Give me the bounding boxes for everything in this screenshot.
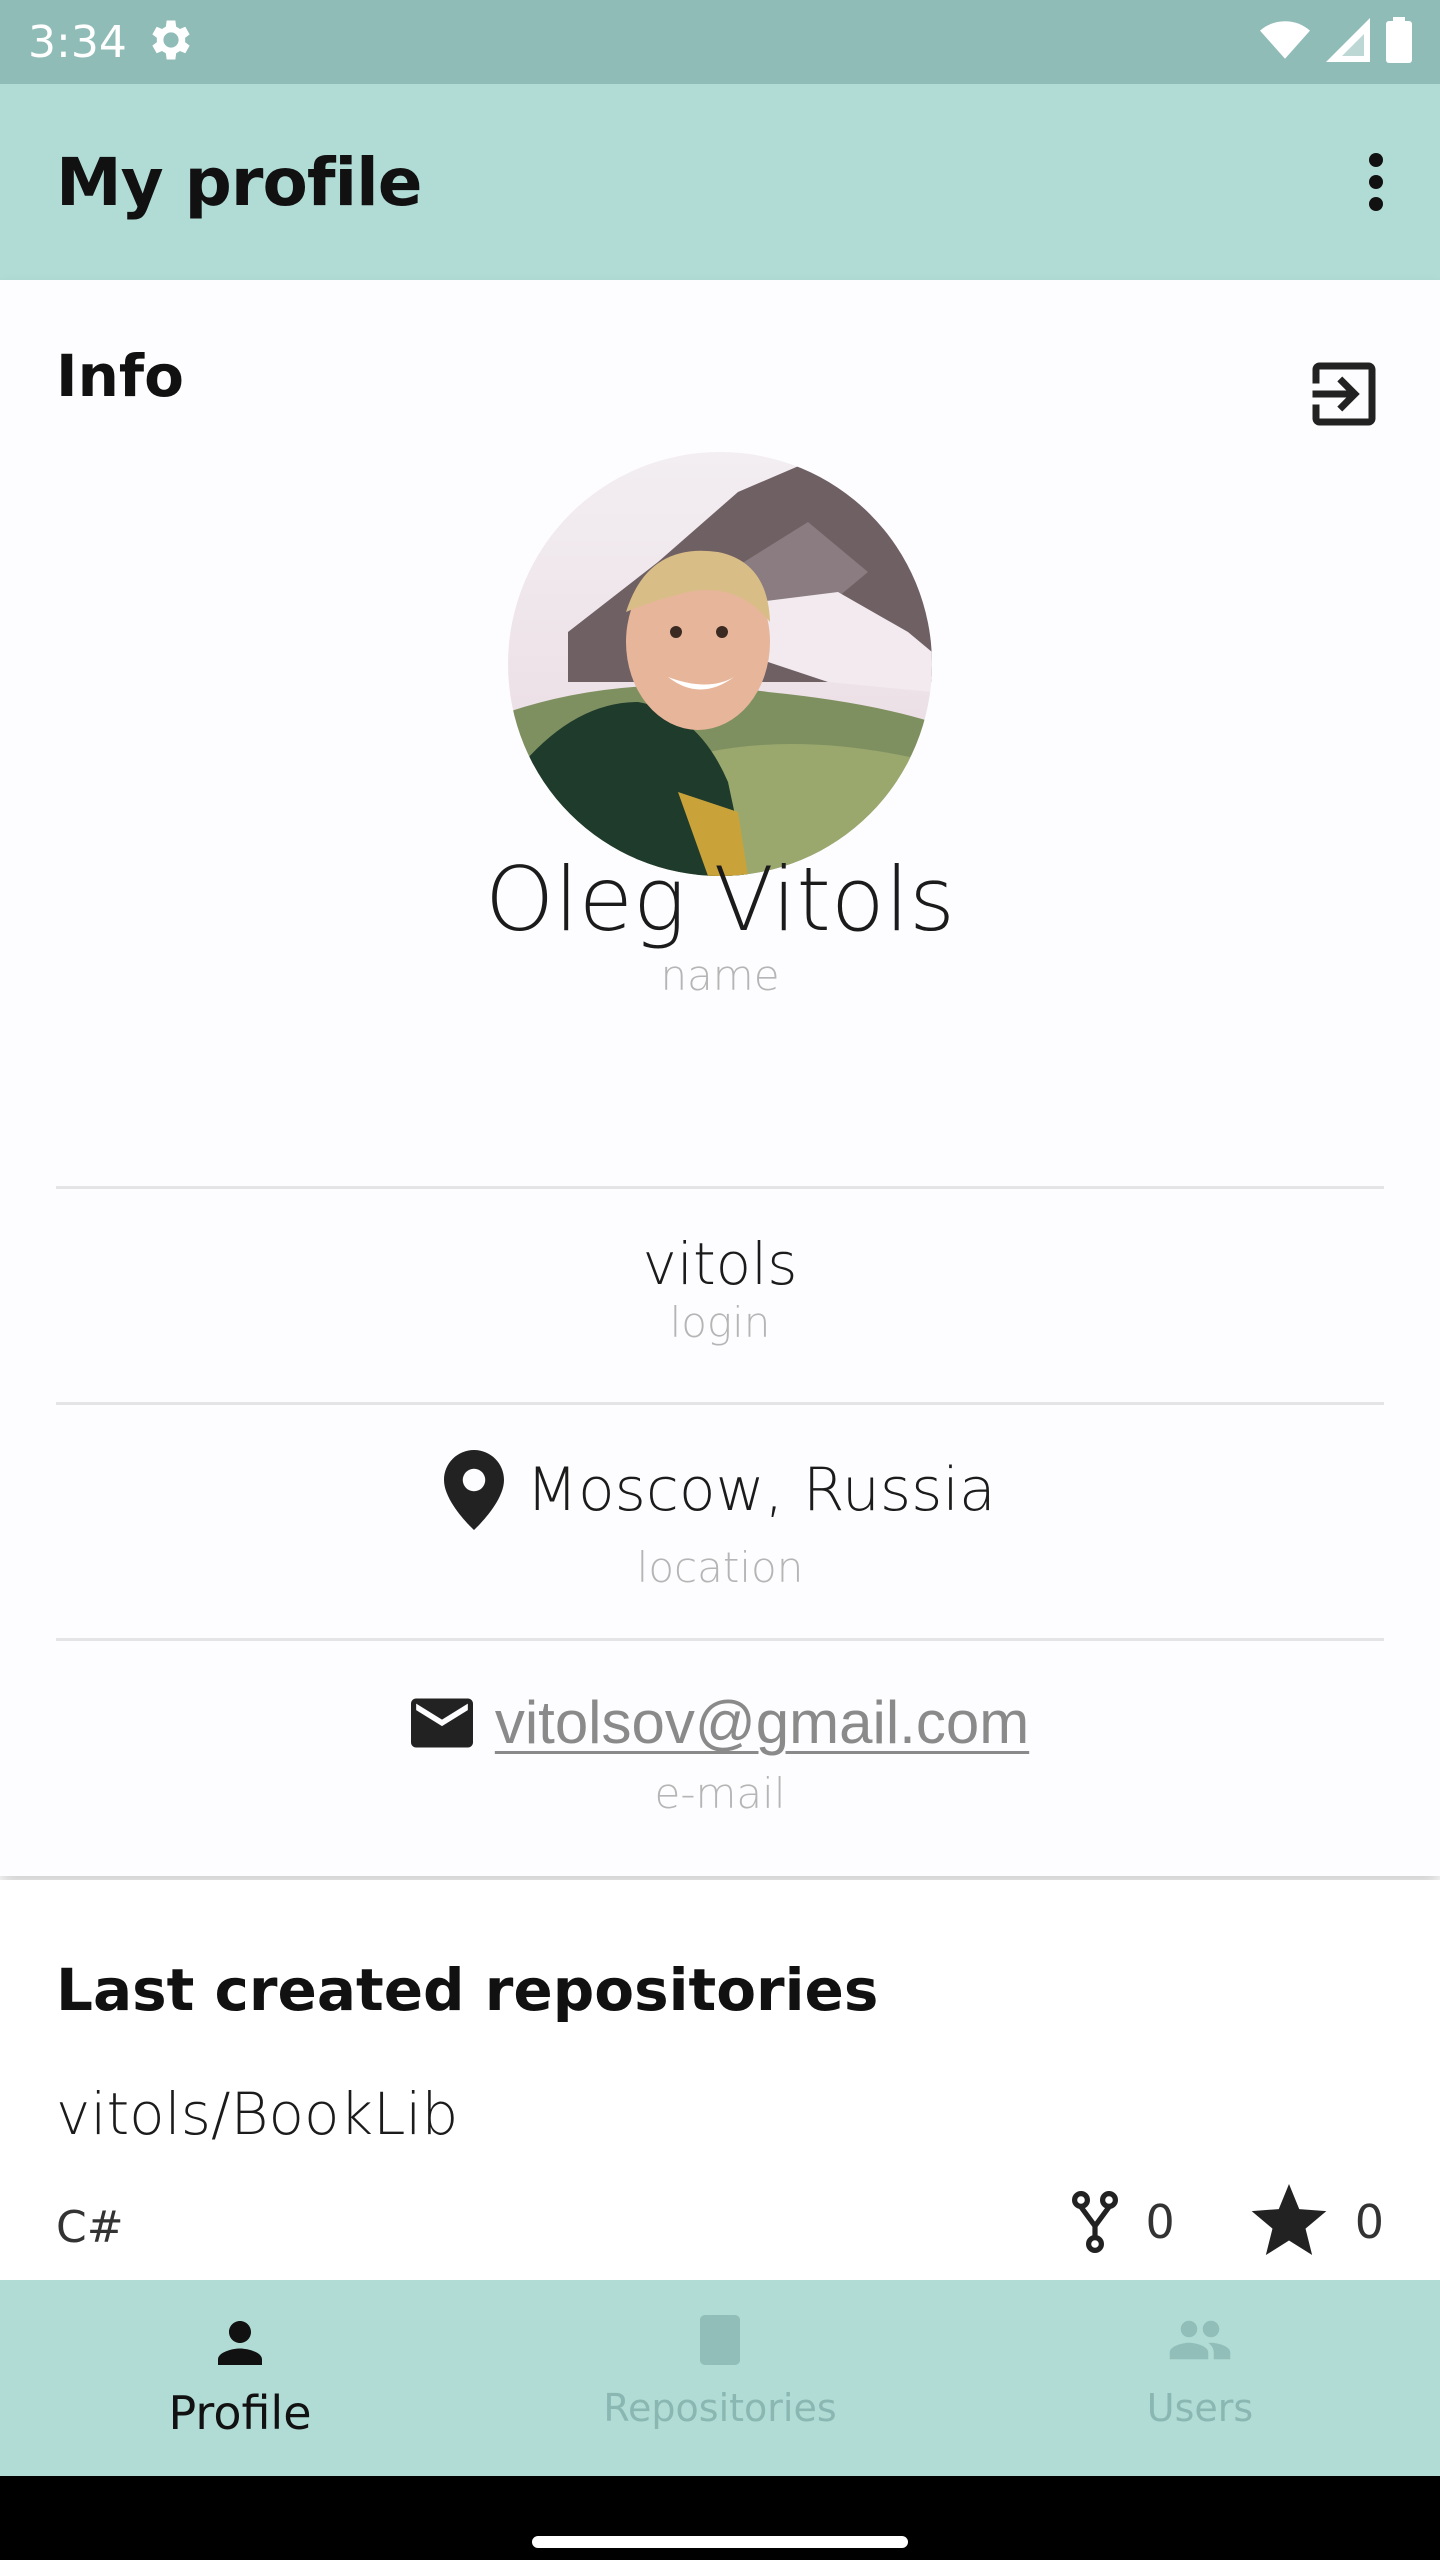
home-indicator[interactable] bbox=[532, 2536, 908, 2548]
fork-count: 0 bbox=[1145, 2195, 1175, 2249]
divider bbox=[56, 1186, 1384, 1189]
email-row: vitolsov@gmail.com bbox=[410, 1688, 1029, 1757]
status-left: 3:34 bbox=[28, 14, 197, 71]
nav-label-repositories: Repositories bbox=[603, 2386, 837, 2430]
location-pin-icon bbox=[444, 1450, 505, 1530]
location-row: Moscow, Russia bbox=[444, 1450, 996, 1530]
bottom-navigation: Profile Repositories Users bbox=[0, 2280, 1440, 2476]
name-label: name bbox=[660, 951, 780, 1000]
login-value: vitols bbox=[642, 1230, 798, 1298]
status-right bbox=[1260, 16, 1412, 68]
divider bbox=[56, 1638, 1384, 1641]
divider bbox=[56, 1402, 1384, 1405]
location-value: Moscow, Russia bbox=[526, 1455, 996, 1525]
nav-label-profile: Profile bbox=[168, 2386, 312, 2440]
battery-icon bbox=[1386, 16, 1412, 68]
repositories-title: Last created repositories bbox=[56, 1956, 879, 2024]
nav-label-users: Users bbox=[1146, 2386, 1254, 2430]
info-title: Info bbox=[56, 342, 184, 410]
fork-stat: 0 bbox=[1071, 2190, 1175, 2254]
repository-language: C# bbox=[56, 2202, 124, 2253]
nav-item-profile[interactable]: Profile bbox=[0, 2280, 480, 2476]
location-label: location bbox=[636, 1543, 804, 1592]
wifi-icon bbox=[1260, 18, 1310, 67]
settings-gear-icon bbox=[145, 14, 197, 71]
login-field: vitols login bbox=[56, 1230, 1384, 1347]
nav-item-repositories[interactable]: Repositories bbox=[480, 2280, 960, 2476]
more-options-button[interactable] bbox=[1356, 147, 1396, 217]
name-value: Oleg Vitols bbox=[485, 848, 955, 951]
exit-to-app-icon bbox=[1312, 362, 1376, 426]
status-time: 3:34 bbox=[28, 16, 127, 68]
email-link[interactable]: vitolsov@gmail.com bbox=[495, 1688, 1029, 1757]
repository-stats: 0 0 bbox=[1071, 2184, 1384, 2260]
person-icon bbox=[218, 2321, 262, 2365]
repository-name: vitols/BookLib bbox=[56, 2080, 459, 2148]
nav-item-users[interactable]: Users bbox=[960, 2280, 1440, 2476]
login-label: login bbox=[669, 1298, 771, 1347]
fork-icon bbox=[1072, 2190, 1119, 2253]
logout-button[interactable] bbox=[1302, 352, 1386, 436]
star-icon bbox=[1251, 2184, 1327, 2256]
info-header: Info bbox=[56, 342, 1386, 436]
location-field: Moscow, Russia location bbox=[56, 1450, 1384, 1592]
email-label: e-mail bbox=[654, 1769, 786, 1818]
repositories-section: Last created repositories vitols/BookLib… bbox=[0, 1880, 1440, 2280]
star-stat: 0 bbox=[1249, 2184, 1384, 2260]
email-field: vitolsov@gmail.com e-mail bbox=[56, 1688, 1384, 1818]
name-field: Oleg Vitols name bbox=[56, 848, 1384, 1000]
info-card: Info Oleg Vitols name vitols login Mosco… bbox=[0, 280, 1440, 1876]
status-bar: 3:34 bbox=[0, 0, 1440, 84]
more-vert-icon bbox=[1369, 153, 1383, 211]
book-icon bbox=[700, 2315, 740, 2365]
app-bar: My profile bbox=[0, 84, 1440, 280]
page-title: My profile bbox=[56, 143, 423, 221]
mail-icon bbox=[410, 1697, 473, 1748]
avatar bbox=[508, 452, 932, 876]
cellular-signal-icon bbox=[1326, 17, 1370, 67]
star-count: 0 bbox=[1354, 2195, 1384, 2249]
group-icon bbox=[1169, 2320, 1231, 2360]
